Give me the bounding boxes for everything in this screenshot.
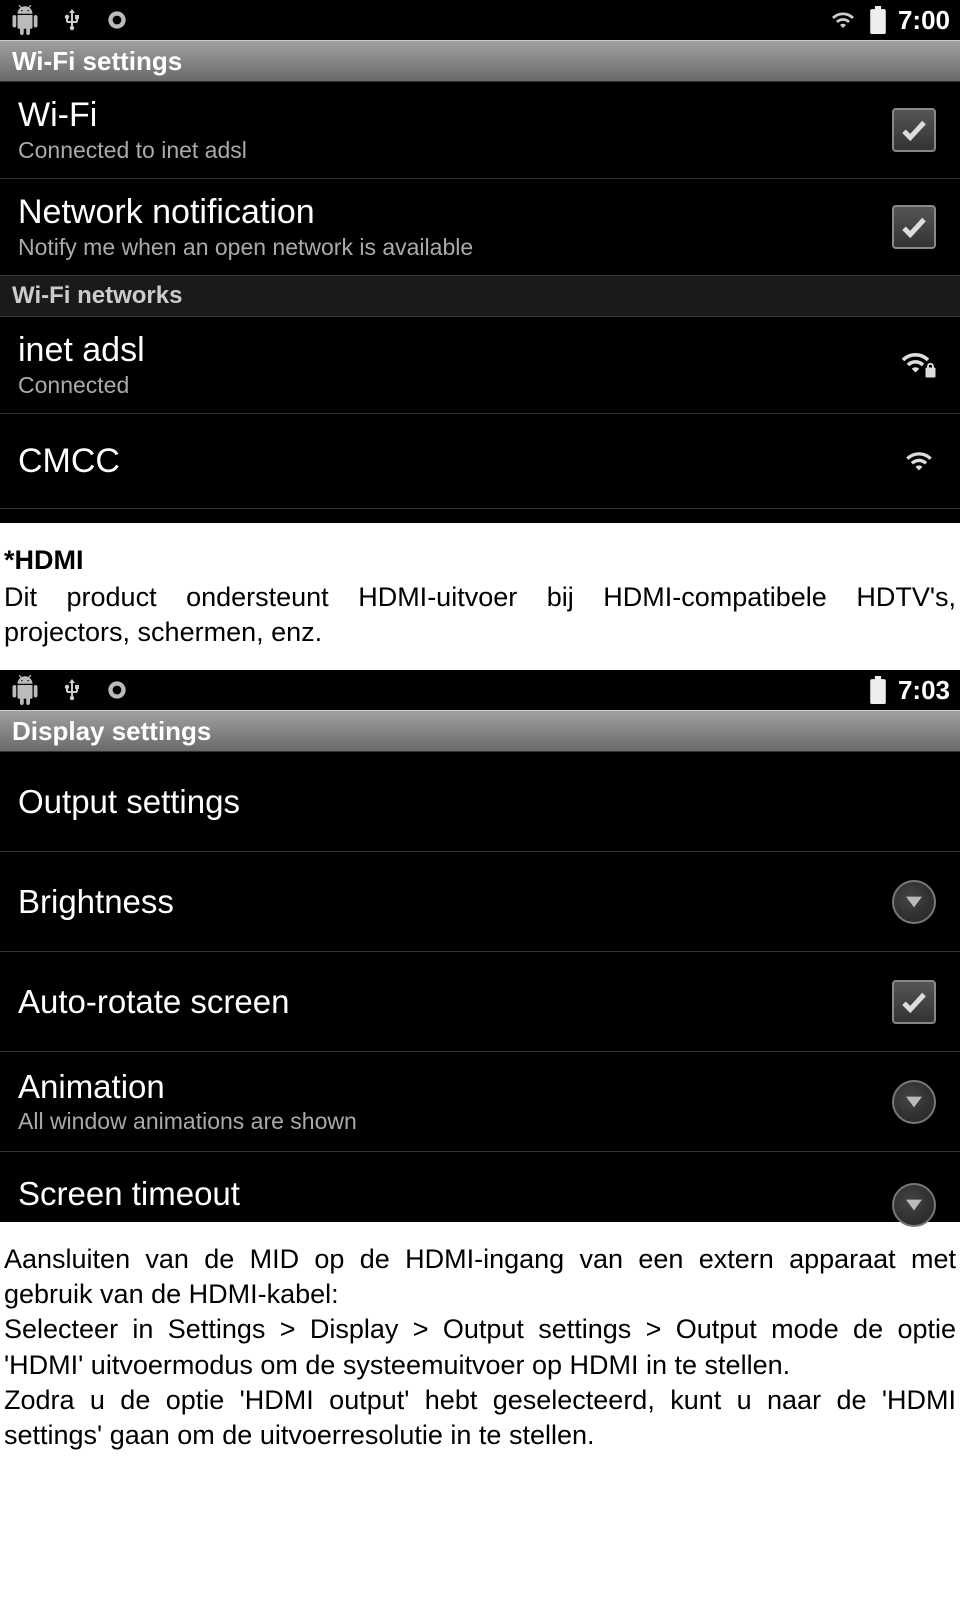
instructions-p1: Aansluiten van de MID op de HDMI-ingang … — [4, 1242, 956, 1312]
instructions-p3: Zodra u de optie 'HDMI output' hebt gese… — [4, 1383, 956, 1453]
hdmi-paragraph: Dit product ondersteunt HDMI-uitvoer bij… — [4, 580, 956, 650]
network-status: Connected — [18, 372, 145, 399]
auto-rotate-checkbox[interactable] — [892, 980, 936, 1024]
wifi-toggle-item[interactable]: Wi-Fi Connected to inet adsl — [0, 82, 960, 179]
item-title: Wi-Fi — [18, 96, 247, 135]
debug-icon — [104, 677, 130, 703]
network-name: inet adsl — [18, 331, 145, 370]
item-title: Animation — [18, 1068, 357, 1106]
item-title: Output settings — [18, 783, 240, 821]
network-notification-item[interactable]: Network notification Notify me when an o… — [0, 179, 960, 276]
network-inet-adsl[interactable]: inet adsl Connected — [0, 317, 960, 414]
battery-icon — [870, 6, 886, 34]
debug-icon — [104, 7, 130, 33]
instructions-p2: Selecteer in Settings > Display > Output… — [4, 1312, 956, 1382]
usb-icon — [60, 675, 84, 705]
display-settings-screenshot: 7:03 Display settings Output settings Br… — [0, 670, 960, 1222]
wifi-settings-header: Wi-Fi settings — [0, 40, 960, 82]
wifi-checkbox[interactable] — [892, 108, 936, 152]
hdmi-intro-text: *HDMI Dit product ondersteunt HDMI-uitvo… — [0, 523, 960, 670]
battery-icon — [870, 676, 886, 704]
animation-more-icon[interactable] — [892, 1080, 936, 1124]
notification-checkbox[interactable] — [892, 205, 936, 249]
output-settings-item[interactable]: Output settings — [0, 752, 960, 852]
status-bar: 7:03 — [0, 670, 960, 710]
item-title: Screen timeout — [18, 1175, 240, 1213]
status-bar: 7:00 — [0, 0, 960, 40]
brightness-more-icon[interactable] — [892, 880, 936, 924]
item-subtitle: Connected to inet adsl — [18, 137, 247, 164]
wifi-networks-section: Wi-Fi networks — [0, 276, 960, 317]
timeout-more-icon[interactable] — [892, 1183, 936, 1227]
network-name: CMCC — [18, 442, 120, 481]
wifi-open-icon — [902, 447, 936, 475]
clock: 7:00 — [898, 5, 950, 36]
item-subtitle: Notify me when an open network is availa… — [18, 234, 473, 261]
item-title: Network notification — [18, 193, 473, 232]
android-icon — [10, 675, 40, 705]
wifi-icon — [828, 8, 858, 32]
clock: 7:03 — [898, 675, 950, 706]
auto-rotate-item[interactable]: Auto-rotate screen — [0, 952, 960, 1052]
brightness-item[interactable]: Brightness — [0, 852, 960, 952]
item-subtitle: All window animations are shown — [18, 1108, 357, 1135]
item-title: Auto-rotate screen — [18, 983, 289, 1021]
usb-icon — [60, 5, 84, 35]
hdmi-instructions-text: Aansluiten van de MID op de HDMI-ingang … — [0, 1222, 960, 1473]
display-settings-header: Display settings — [0, 710, 960, 752]
wifi-settings-screenshot: 7:00 Wi-Fi settings Wi-Fi Connected to i… — [0, 0, 960, 523]
animation-item[interactable]: Animation All window animations are show… — [0, 1052, 960, 1152]
wifi-secure-icon — [900, 350, 936, 380]
network-cmcc[interactable]: CMCC — [0, 414, 960, 509]
item-title: Brightness — [18, 883, 174, 921]
screen-timeout-item[interactable]: Screen timeout — [0, 1152, 960, 1222]
android-icon — [10, 5, 40, 35]
hdmi-heading: *HDMI — [4, 543, 956, 578]
